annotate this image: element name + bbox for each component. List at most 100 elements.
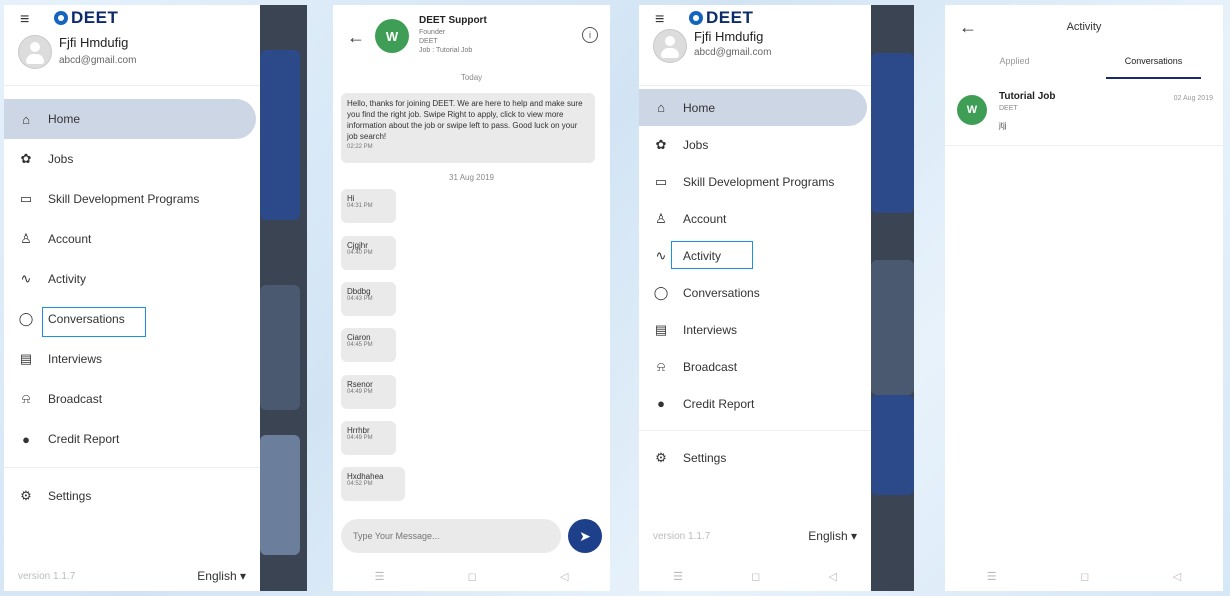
drawer-footer: version 1.1.7 English ▾ [4,561,260,591]
home-icon: ⌂ [657,100,665,115]
menu-item-interviews[interactable]: ▤ Interviews [4,339,260,379]
menu-item-jobs[interactable]: ✿ Jobs [4,139,260,179]
message-time: 04:49 PM [347,389,373,395]
menu-item-skill-development[interactable]: ▭ Skill Development Programs [4,179,260,219]
back-nav-icon[interactable]: ◁ [828,570,836,583]
jobs-icon: ✿ [20,151,32,166]
menu-item-jobs[interactable]: ✿ Jobs [639,126,871,163]
highlight-box-activity [671,241,753,269]
jobs-icon: ✿ [655,136,667,152]
brand-logo: DEET [54,8,118,28]
message-time: 04:43 PM [347,296,373,302]
drawer-header: ≡ DEET Fjfi Hmdufig abcd@gmail.com [639,5,871,86]
brand-logo: DEET [689,8,753,28]
highlight-box-conversations [42,307,146,337]
language-select[interactable]: English ▾ [808,529,857,543]
person-icon: ♙ [655,210,667,226]
book-icon: ▭ [654,173,668,189]
menu-item-account[interactable]: ♙ Account [4,219,260,259]
background-card [260,50,300,220]
recents-icon[interactable]: ☰ [375,570,385,583]
recents-icon[interactable]: ☰ [987,570,997,583]
user-email: abcd@gmail.com [59,55,137,66]
message-time: 04:31 PM [347,203,373,209]
drawer-menu: ⌂ Home ✿ Jobs ▭ Skill Development Programs … [639,89,871,476]
message-bubble: Hi 04:31 PM [341,189,396,223]
hamburger-icon[interactable]: ≡ [655,11,664,29]
background-card [260,285,300,410]
user-name: Fjfi Hmdufig [59,35,129,50]
background-card [260,435,300,555]
message-text: Hi [347,194,355,203]
phone-screen-chat: ← W DEET Support Founder DEET Job : Tuto… [333,5,610,591]
hamburger-icon[interactable]: ≡ [20,11,29,29]
back-nav-icon[interactable]: ◁ [1173,570,1181,583]
menu-item-credit-report[interactable]: ● Credit Report [4,419,260,459]
chat-contact-role: Founder [419,29,446,36]
logo-icon [689,11,703,25]
message-input[interactable] [341,519,561,553]
date-separator: Today [460,73,483,82]
company-logo: W [957,95,987,125]
drawer-header: ≡ DEET Fjfi Hmdufig abcd@gmail.com [4,5,260,86]
dim-overlay[interactable] [260,5,307,591]
menu-item-conversations[interactable]: ◯ Conversations [639,274,871,311]
book-icon: ▭ [19,191,33,206]
menu-item-home[interactable]: ⌂ Home [4,99,256,139]
brand-name: DEET [71,8,119,27]
tab-conversations[interactable]: Conversations [1084,53,1223,79]
background-card [871,53,914,213]
system-navbar: ☰ ◻ ◁ [333,561,610,591]
home-nav-icon[interactable]: ◻ [751,570,760,583]
info-icon[interactable]: i [582,27,598,43]
version-label: version 1.1.7 [18,570,76,582]
conversation-date: 02 Aug 2019 [1173,95,1213,102]
menu-item-activity[interactable]: ∿ Activity [4,259,260,299]
message-time: 04:49 PM [347,435,373,441]
phone-screen-activity: ← Activity Applied Conversations W Tutor… [945,5,1223,591]
navigation-drawer: ≡ DEET Fjfi Hmdufig abcd@gmail.com ⌂ Home… [639,5,871,591]
bell-icon: ⍾ [21,391,31,406]
divider [4,467,260,468]
recents-icon[interactable]: ☰ [673,570,683,583]
tab-applied[interactable]: Applied [945,53,1084,79]
conversation-last-message: jtjj [999,121,1007,130]
message-time: 02:22 PM [347,144,373,150]
menu-item-broadcast[interactable]: ⍾ Broadcast [4,379,260,419]
system-navbar: ☰ ◻ ◁ [945,561,1223,591]
system-navbar: ☰ ◻ ◁ [639,561,871,591]
send-button[interactable]: ➤ [568,519,602,553]
page-title: Activity [1066,21,1102,33]
message-time: 04:40 PM [347,250,373,256]
calendar-icon: ▤ [19,351,33,366]
menu-item-interviews[interactable]: ▤ Interviews [639,311,871,348]
conversation-list-item[interactable]: W Tutorial Job DEET jtjj 02 Aug 2019 [945,87,1223,146]
avatar[interactable] [18,35,52,69]
company-logo: W [375,19,409,53]
menu-item-skill-development[interactable]: ▭ Skill Development Programs [639,163,871,200]
menu-item-broadcast[interactable]: ⍾ Broadcast [639,348,871,385]
avatar[interactable] [653,29,687,63]
send-icon: ➤ [579,527,591,544]
message-bubble: Cjgjhr 04:40 PM [341,236,396,270]
language-select[interactable]: English ▾ [197,569,246,583]
menu-item-account[interactable]: ♙ Account [639,200,871,237]
chat-contact-org: DEET [419,38,438,45]
dim-overlay[interactable] [871,5,914,591]
message-time: 04:52 PM [347,481,373,487]
phone-screen-drawer-1: ≡ DEET Fjfi Hmdufig abcd@gmail.com ⌂ Home… [4,5,307,591]
home-nav-icon[interactable]: ◻ [468,570,477,583]
back-nav-icon[interactable]: ◁ [560,570,568,583]
calendar-icon: ▤ [654,321,668,337]
activity-header: ← Activity [945,5,1223,49]
back-arrow-icon[interactable]: ← [347,27,365,48]
message-text: Cjgjhr [347,241,368,250]
menu-item-settings[interactable]: ⚙ Settings [639,439,871,476]
home-nav-icon[interactable]: ◻ [1080,570,1089,583]
message-text: Hxdhahea [347,472,384,481]
message-text: Hrrhbr [347,426,370,435]
menu-item-settings[interactable]: ⚙ Settings [4,476,260,516]
chat-header: ← W DEET Support Founder DEET Job : Tuto… [333,5,610,67]
menu-item-home[interactable]: ⌂ Home [639,89,867,126]
menu-item-credit-report[interactable]: ● Credit Report [639,385,871,422]
